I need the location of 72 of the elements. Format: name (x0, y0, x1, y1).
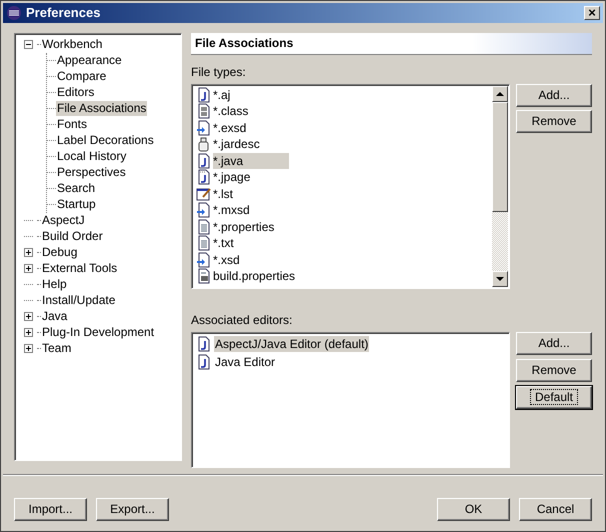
tree-item[interactable]: Editors (56, 85, 96, 100)
tree-item[interactable]: Plug-In Development (41, 325, 156, 340)
file-type-item[interactable]: *.txt (213, 235, 264, 252)
tree-item[interactable]: Search (56, 181, 96, 196)
tree-item[interactable]: File Associations (56, 101, 148, 116)
associated-editors-label: Associated editors: (191, 312, 294, 328)
window-title: Preferences (26, 4, 100, 22)
properties-file-icon (196, 268, 212, 284)
file-type-item[interactable]: *.exsd (213, 120, 276, 136)
file-type-item[interactable]: build.properties (213, 268, 326, 284)
tree-item[interactable]: External Tools (41, 261, 118, 276)
import-button[interactable]: Import... (14, 498, 87, 520)
ok-button[interactable]: OK (437, 498, 510, 520)
file-type-item[interactable]: *.java (213, 152, 289, 169)
tree-item[interactable]: Label Decorations (56, 133, 155, 148)
tree-item[interactable]: Startup (56, 197, 97, 212)
schema-file-icon (196, 202, 212, 218)
tree-item[interactable]: Debug (41, 245, 78, 260)
tree-item[interactable]: AspectJ (41, 213, 86, 228)
editor-item[interactable]: AspectJ/Java Editor (default) (214, 336, 370, 352)
file-type-item[interactable]: *.class (213, 103, 278, 120)
page-title: File Associations (195, 35, 294, 52)
scroll-down-button[interactable] (492, 270, 508, 286)
file-type-item[interactable]: *.xsd (213, 252, 270, 268)
add-button[interactable]: Add... (516, 332, 592, 354)
tree-item[interactable]: Workbench (41, 37, 104, 52)
file-type-item[interactable]: *.aj (213, 86, 260, 103)
file-type-item[interactable]: *.mxsd (213, 202, 280, 218)
close-button[interactable]: × (584, 6, 600, 20)
text-file-icon (196, 218, 212, 235)
java-file-icon (196, 152, 212, 169)
file-type-item[interactable]: *.jpage (213, 169, 280, 186)
tree-item[interactable]: Fonts (56, 117, 88, 132)
expand-toggle[interactable] (24, 248, 32, 257)
tree-item[interactable]: Build Order (41, 229, 104, 244)
expand-toggle[interactable] (24, 264, 32, 273)
remove-button[interactable]: Remove (516, 358, 592, 382)
tree-item[interactable]: Perspectives (56, 165, 127, 180)
tree-item[interactable]: Local History (56, 149, 128, 164)
collapse-toggle[interactable] (24, 40, 32, 49)
tree-item[interactable]: Appearance (56, 53, 123, 68)
tree-item[interactable]: Java (41, 309, 68, 324)
export-button[interactable]: Export... (96, 498, 169, 520)
edit-window-icon (196, 186, 212, 202)
file-type-item[interactable]: *.jardesc (213, 136, 290, 152)
tree-item[interactable]: Compare (56, 69, 108, 84)
java-file-icon (196, 336, 212, 352)
tree-item[interactable]: Install/Update (41, 293, 116, 308)
text-file-icon (196, 235, 212, 252)
file-type-item[interactable]: *.lst (213, 186, 264, 202)
editor-item[interactable]: Java Editor (214, 354, 276, 370)
scroll-bar[interactable] (492, 86, 508, 286)
schema-file-icon (196, 120, 212, 136)
expand-toggle[interactable] (24, 344, 32, 353)
scroll-up-button[interactable] (492, 86, 508, 102)
expand-toggle[interactable] (24, 312, 32, 321)
binary-file-icon (196, 103, 212, 120)
tree-item[interactable]: Team (41, 341, 72, 356)
add-button[interactable]: Add... (516, 84, 592, 106)
java-file-icon (196, 86, 212, 103)
remove-button[interactable]: Remove (516, 110, 592, 132)
expand-toggle[interactable] (24, 328, 32, 337)
schema-file-icon (196, 252, 212, 268)
file-type-item[interactable]: *.properties (213, 218, 304, 235)
default-button[interactable]: Default (516, 386, 592, 408)
tree-item[interactable]: Help (41, 277, 68, 292)
scroll-thumb[interactable] (492, 102, 508, 212)
app-icon (6, 4, 22, 21)
java-file-icon (196, 354, 212, 370)
file-types-label: File types: (191, 64, 247, 80)
cancel-button[interactable]: Cancel (519, 498, 592, 520)
scrapbook-file-icon (196, 169, 212, 186)
